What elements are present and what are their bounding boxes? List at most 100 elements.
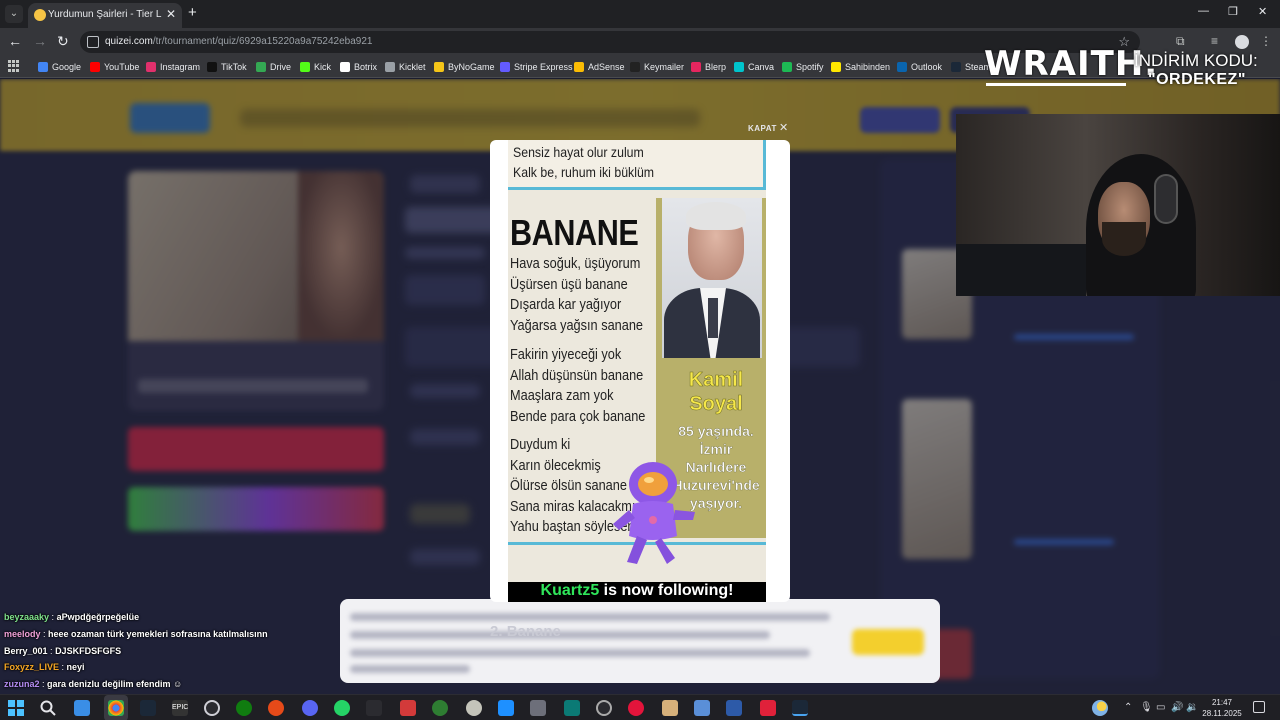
recorder-icon[interactable]	[596, 700, 612, 716]
epic-games-icon[interactable]: EPIC	[172, 700, 188, 716]
bookmark-drive[interactable]: Drive	[256, 59, 291, 75]
tab-search-button[interactable]: ⌄	[5, 5, 23, 23]
site-info-icon[interactable]	[87, 36, 99, 48]
bookmark-adsense[interactable]: AdSense	[574, 59, 625, 75]
file-explorer-icon[interactable]	[74, 700, 90, 716]
webcam-feed	[956, 114, 1280, 296]
chat-username[interactable]: Foxyzz_LIVE	[4, 662, 59, 672]
bookmark-tiktok[interactable]: TikTok	[207, 59, 247, 75]
chrome-icon[interactable]	[108, 700, 124, 716]
bookmark-favicon-icon	[90, 62, 100, 72]
bookmark-label: AdSense	[588, 62, 625, 72]
chat-username[interactable]: Berry_001	[4, 646, 48, 656]
chat-username[interactable]: zuzuna2	[4, 679, 40, 689]
bookmark-label: YouTube	[104, 62, 140, 72]
chat-message: Foxyzz_LIVE : neyi	[4, 662, 404, 679]
editor-app-icon[interactable]	[498, 700, 514, 716]
xbox-icon[interactable]	[236, 700, 252, 716]
window-close-icon[interactable]: ✕	[1258, 5, 1267, 18]
chat-username[interactable]: meelody	[4, 629, 41, 639]
steam-running-icon[interactable]	[792, 700, 808, 716]
bookmark-favicon-icon	[385, 62, 395, 72]
discord-icon[interactable]	[302, 700, 318, 716]
bookmark-outlook[interactable]: Outlook	[897, 59, 942, 75]
bookmark-kicklet[interactable]: Kicklet	[385, 59, 426, 75]
streamlabs-icon[interactable]	[366, 700, 382, 716]
image-modal: Sensiz hayat olur zulum Kalk be, ruhum i…	[490, 140, 790, 602]
bookmark-instagram[interactable]: Instagram	[146, 59, 200, 75]
bookmark-label: Blerp	[705, 62, 727, 72]
lightning-app-icon[interactable]	[760, 700, 776, 716]
extensions-icon[interactable]: ⧉	[1176, 34, 1185, 49]
address-bar[interactable]: quizei.com/tr/tournament/quiz/6929a15220…	[80, 31, 1140, 53]
terminal-icon[interactable]	[564, 700, 580, 716]
window-app-icon[interactable]	[694, 700, 710, 716]
poet-info-line: 85 yaşında.	[678, 423, 754, 439]
chat-text: gara denizlu değilim efendim ☺	[47, 679, 183, 690]
whatsapp-icon[interactable]	[334, 700, 350, 716]
apps-grid-icon[interactable]	[8, 60, 20, 72]
obs-icon[interactable]	[204, 700, 220, 716]
chat-text: heee ozaman türk yemekleri sofrasına kat…	[48, 628, 268, 639]
settings-app-icon[interactable]	[466, 700, 482, 716]
bookmark-spotify[interactable]: Spotify	[782, 59, 824, 75]
bookmark-botrix[interactable]: Botrix	[340, 59, 377, 75]
item-caption-title: 2. Banane	[490, 623, 561, 640]
weather-icon[interactable]	[1092, 700, 1108, 716]
tab-close-icon[interactable]: ✕	[166, 7, 176, 21]
opera-icon[interactable]	[628, 700, 644, 716]
xbox-app-icon[interactable]	[432, 700, 448, 716]
restore-icon[interactable]: ❐	[1228, 5, 1238, 18]
browser-tab-active[interactable]: Yurdumun Şairleri - Tier List | K ✕	[28, 3, 182, 28]
bookmark-keymailer[interactable]: Keymailer	[630, 59, 684, 75]
chat-text: neyi	[66, 662, 85, 673]
bookmark-stripe-express[interactable]: Stripe Express	[500, 59, 573, 75]
steam-icon[interactable]	[140, 700, 156, 716]
calculator-icon[interactable]	[530, 700, 546, 716]
bookmark-canva[interactable]: Canva	[734, 59, 774, 75]
sound-icon[interactable]: 🔉	[1186, 702, 1198, 713]
volume-icon[interactable]: 🔊	[1171, 702, 1183, 713]
forward-button[interactable]: →	[33, 33, 47, 49]
follow-alert-user: Kuartz5	[540, 582, 600, 599]
tray-expand-icon[interactable]: ⌃	[1124, 702, 1132, 713]
minimize-icon[interactable]: —	[1198, 5, 1209, 17]
chat-separator: :	[49, 612, 57, 622]
back-button[interactable]: ←	[8, 33, 22, 49]
search-icon[interactable]	[40, 700, 56, 716]
poet-first-name: Kamil	[688, 369, 744, 392]
menu-icon[interactable]: ⋮	[1260, 34, 1272, 48]
document-app-icon[interactable]	[726, 700, 742, 716]
poet-photo	[662, 198, 762, 358]
bookmark-google[interactable]: Google	[38, 59, 81, 75]
chat-message: Berry_001 : DJSKFDSFGFS	[4, 646, 404, 663]
clipping-line: Sensiz hayat olur zulum	[513, 144, 644, 160]
poem-stanza-2: Fakirin yiyeceği yok Allah düşünsün bana…	[510, 346, 646, 425]
bookmark-favicon-icon	[340, 62, 350, 72]
network-icon[interactable]: ▭	[1156, 702, 1165, 713]
origin-icon[interactable]	[268, 700, 284, 716]
reload-button[interactable]: ↻	[57, 33, 69, 50]
notification-center-icon[interactable]	[1253, 701, 1265, 713]
microphone-icon[interactable]: 🎙	[1140, 702, 1153, 713]
bookmark-youtube[interactable]: YouTube	[90, 59, 139, 75]
new-tab-button[interactable]: +	[188, 4, 197, 21]
bookmark-sahibinden[interactable]: Sahibinden	[831, 59, 890, 75]
chat-separator: :	[39, 679, 48, 690]
bookmark-label: Keymailer	[644, 62, 685, 72]
modal-close-label[interactable]: KAPAT	[748, 124, 777, 133]
chat-username[interactable]: beyzaaaky	[4, 612, 49, 622]
profile-avatar[interactable]	[1235, 35, 1249, 49]
bookmark-favicon-icon	[38, 62, 48, 72]
media-app-icon[interactable]	[400, 700, 416, 716]
system-clock[interactable]: 21:47 28.11.2025	[1200, 697, 1244, 719]
modal-close-icon[interactable]: ✕	[779, 121, 788, 134]
bookmark-blerp[interactable]: Blerp	[691, 59, 726, 75]
bookmark-label: Stripe Express	[514, 62, 573, 72]
bookmark-bynogame[interactable]: ByNoGame	[434, 59, 495, 75]
notes-app-icon[interactable]	[662, 700, 678, 716]
media-icon[interactable]: ≡	[1211, 34, 1218, 48]
bookmark-kick[interactable]: Kick	[300, 59, 331, 75]
bookmark-label: Sahibinden	[845, 62, 891, 72]
windows-start-icon[interactable]	[8, 700, 24, 716]
